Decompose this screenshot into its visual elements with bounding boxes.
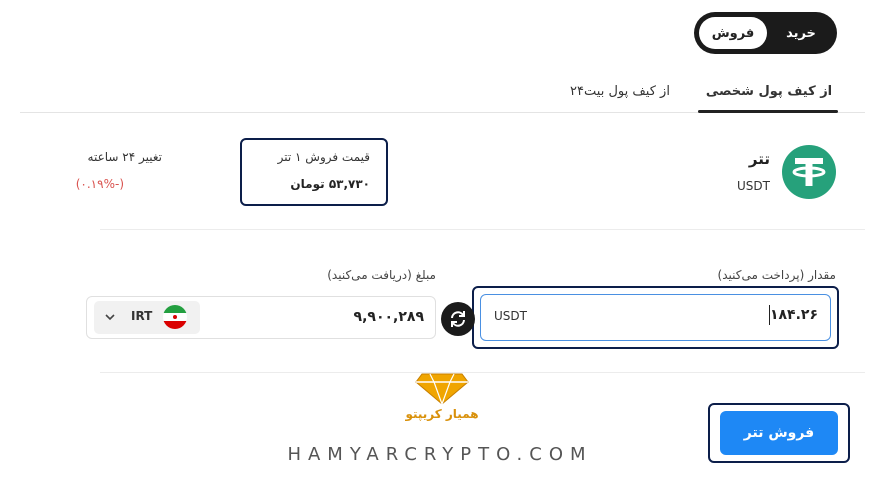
tether-icon [782, 145, 836, 199]
tab-bit24-wallet[interactable]: از کیف پول بیت۲۴ [560, 84, 680, 99]
change-24h-value: (-۰.۱۹%) [75, 177, 124, 191]
tab-personal-wallet[interactable]: از کیف پول شخصی [700, 84, 838, 99]
receive-label: مبلغ (دریافت می‌کنید) [327, 268, 436, 282]
sell-price-value: ۵۳,۷۳۰ تومان [290, 177, 370, 191]
chevron-down-icon [104, 308, 116, 327]
order-type-toggle: فروش خرید [694, 12, 837, 54]
asset-name: تتر [748, 150, 770, 168]
diamond-logo-icon [414, 370, 470, 410]
active-tab-indicator [698, 110, 838, 113]
amount-label: مقدار (پرداخت می‌کنید) [717, 268, 836, 282]
change-24h-label: تغییر ۲۴ ساعته [87, 150, 162, 164]
receive-value: ۹,۹۰۰,۲۸۹ [353, 309, 424, 325]
site-url: HAMYARCRYPTO.COM [287, 444, 593, 465]
swap-arrows-icon[interactable] [441, 302, 475, 336]
iran-flag-icon [163, 305, 187, 329]
sell-price-label: قیمت فروش ۱ تتر [277, 150, 370, 164]
text-caret [769, 305, 770, 325]
amount-value: ۱۸۴.۲۶ [769, 307, 818, 323]
price-highlight-box [240, 138, 388, 206]
currency-code: IRT [131, 309, 153, 323]
sell-tether-button[interactable]: فروش تتر [720, 411, 838, 455]
buy-toggle-option[interactable]: خرید [770, 17, 832, 49]
section-divider [100, 372, 865, 373]
sell-toggle-option[interactable]: فروش [699, 17, 767, 49]
amount-unit: USDT [494, 309, 527, 323]
asset-symbol: USDT [737, 179, 770, 193]
section-divider [100, 229, 865, 230]
brand-logo-text: همیار کریپتو [405, 407, 479, 421]
